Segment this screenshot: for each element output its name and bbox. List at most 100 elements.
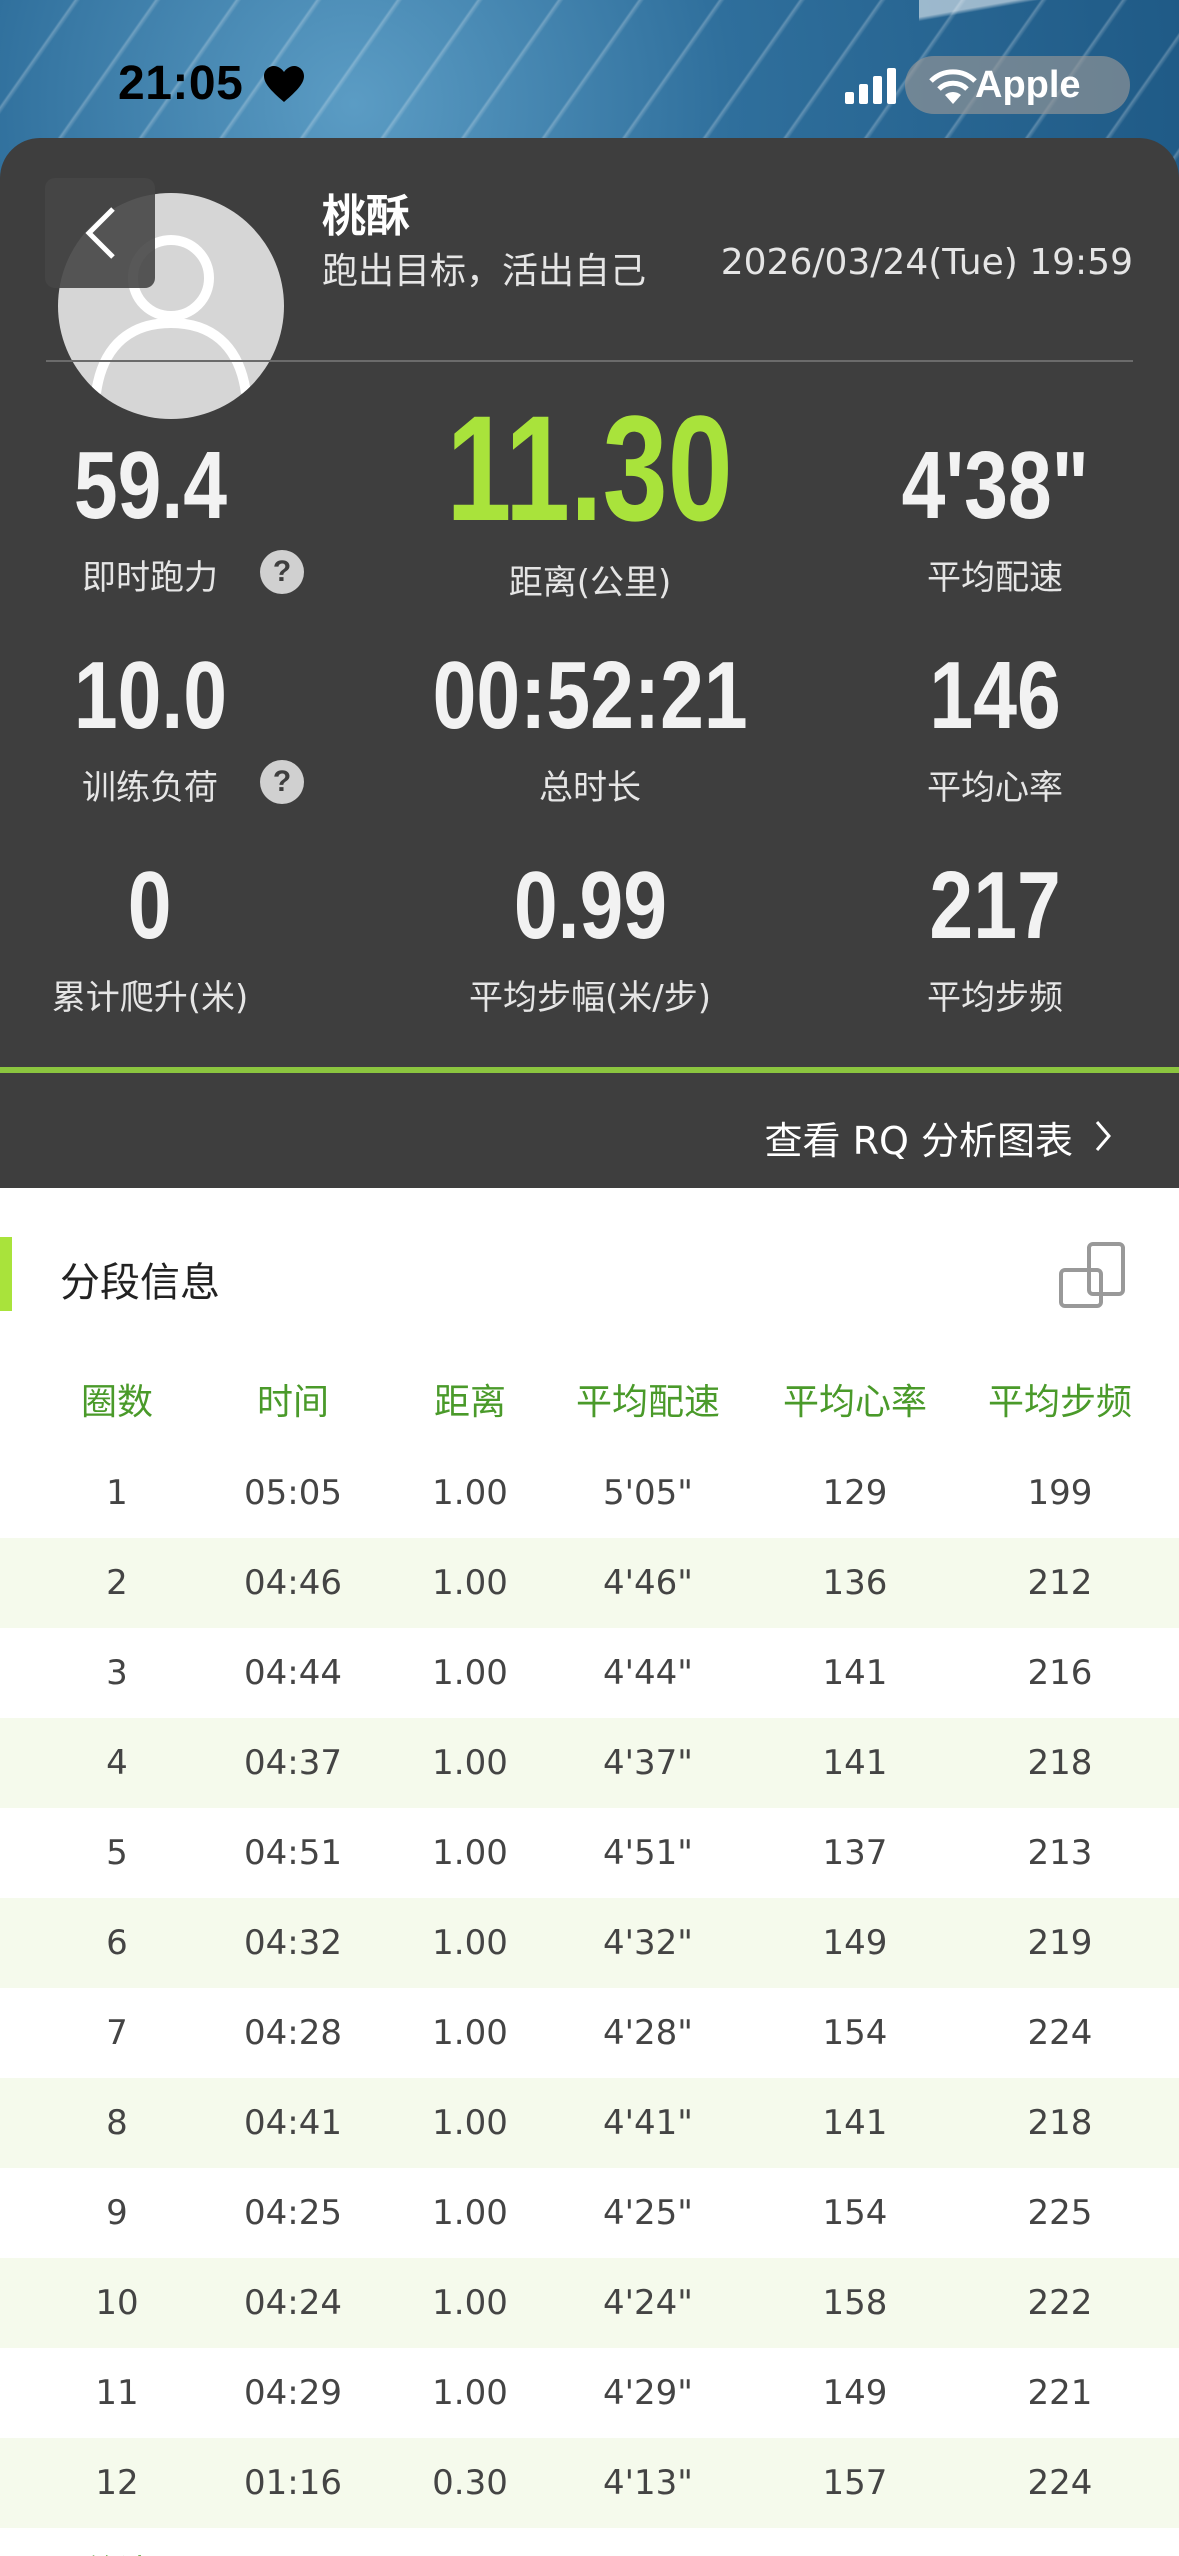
username: 桃酥 bbox=[322, 191, 410, 242]
table-total-row: 总计00:52:1811.304'38"146217 bbox=[0, 2528, 1179, 2556]
elevation-label: 累计爬升(米) bbox=[51, 978, 249, 1018]
chevron-left-icon bbox=[85, 207, 115, 259]
cell-cadence: 218 bbox=[1027, 2103, 1093, 2143]
table-row: 5 04:51 1.00 4'51" 137 213 bbox=[0, 1808, 1179, 1898]
table-row: 11 04:29 1.00 4'29" 149 221 bbox=[0, 2348, 1179, 2438]
cell-hr: 157 bbox=[822, 2463, 888, 2503]
cell-cadence: 225 bbox=[1027, 2193, 1093, 2233]
avg-stride-label: 平均步幅(米/步) bbox=[469, 978, 711, 1018]
stat-avg-cadence: 217 平均步频 bbox=[870, 858, 1120, 1019]
cell-pace: 4'28" bbox=[603, 2013, 693, 2053]
stat-instant-power: 59.4 即时跑力 bbox=[30, 438, 270, 599]
help-icon[interactable]: ? bbox=[260, 760, 304, 804]
avg-cadence-label: 平均步频 bbox=[927, 978, 1063, 1018]
total-pace: 4'38" bbox=[538, 2528, 758, 2556]
cell-hr: 149 bbox=[822, 2373, 888, 2413]
cell-pace: 4'32" bbox=[603, 1923, 693, 1963]
cell-cadence: 218 bbox=[1027, 1743, 1093, 1783]
back-button[interactable] bbox=[45, 178, 155, 288]
training-load-label: 训练负荷 bbox=[82, 768, 218, 808]
distance-value: 11.30 bbox=[446, 384, 734, 552]
cell-pace: 4'46" bbox=[603, 1563, 693, 1603]
table-row: 1 05:05 1.00 5'05" 129 199 bbox=[0, 1448, 1179, 1538]
signal-icon bbox=[845, 68, 896, 104]
cell-pace: 4'29" bbox=[603, 2373, 693, 2413]
table-row: 10 04:24 1.00 4'24" 158 222 bbox=[0, 2258, 1179, 2348]
table-row: 4 04:37 1.00 4'37" 141 218 bbox=[0, 1718, 1179, 1808]
cell-hr: 158 bbox=[822, 2283, 888, 2323]
workout-summary-card: 桃酥 跑出目标，活出自己 2026/03/24(Tue) 19:59 59.4 … bbox=[0, 138, 1179, 1188]
table-header-row: 圈数 时间 距离 平均配速 平均心率 平均步频 bbox=[0, 1358, 1179, 1448]
accent-divider bbox=[0, 1067, 1179, 1073]
cell-cadence: 216 bbox=[1027, 1653, 1093, 1693]
table-row: 8 04:41 1.00 4'41" 141 218 bbox=[0, 2078, 1179, 2168]
avg-stride-value: 0.99 bbox=[513, 852, 667, 959]
cell-hr: 137 bbox=[822, 1833, 888, 1873]
cell-pace: 4'24" bbox=[603, 2283, 693, 2323]
status-bar-right: Apple bbox=[845, 56, 1145, 114]
total-hr: 146 bbox=[745, 2528, 965, 2556]
table-row: 2 04:46 1.00 4'46" 136 212 bbox=[0, 1538, 1179, 1628]
total-cadence: 217 bbox=[950, 2528, 1170, 2556]
cell-hr: 141 bbox=[822, 1653, 888, 1693]
section-accent-bar bbox=[0, 1237, 12, 1311]
wifi-icon bbox=[929, 69, 977, 104]
cell-pace: 4'37" bbox=[603, 1743, 693, 1783]
table-row: 9 04:25 1.00 4'25" 154 225 bbox=[0, 2168, 1179, 2258]
stat-avg-pace: 4'38" 平均配速 bbox=[870, 438, 1120, 599]
status-time: 21:05 bbox=[118, 57, 244, 110]
cell-pace: 4'13" bbox=[603, 2463, 693, 2503]
cell-cadence: 213 bbox=[1027, 1833, 1093, 1873]
user-motto: 跑出目标，活出自己 bbox=[322, 251, 647, 292]
cell-hr: 129 bbox=[822, 1473, 888, 1513]
segments-table: 圈数 时间 距离 平均配速 平均心率 平均步频 1 05:05 1.00 5'05" 1… bbox=[0, 1358, 1179, 2556]
avg-pace-value: 4'38" bbox=[901, 432, 1089, 539]
distance-label: 距离(公里) bbox=[508, 563, 672, 603]
cell-pace: 4'41" bbox=[603, 2103, 693, 2143]
cell-pace: 4'44" bbox=[603, 1653, 693, 1693]
rq-analysis-link[interactable]: 查看 RQ 分析图表 bbox=[765, 1110, 1073, 1165]
avg-hr-value: 146 bbox=[929, 642, 1061, 749]
instant-power-label: 即时跑力 bbox=[82, 558, 218, 598]
cell-hr: 141 bbox=[822, 2103, 888, 2143]
segments-title: 分段信息 bbox=[60, 1260, 220, 1306]
stat-training-load: 10.0 训练负荷 bbox=[30, 648, 270, 809]
elevation-value: 0 bbox=[128, 852, 172, 959]
stat-total-time: 00:52:21 总时长 bbox=[390, 648, 790, 809]
header-pace: 平均配速 bbox=[575, 1382, 720, 1423]
cell-cadence: 199 bbox=[1027, 1473, 1093, 1513]
avg-hr-label: 平均心率 bbox=[927, 768, 1063, 808]
cell-cadence: 212 bbox=[1027, 1563, 1093, 1603]
segments-header: 分段信息 bbox=[0, 1212, 1179, 1342]
cell-pace: 5'05" bbox=[603, 1473, 693, 1513]
cell-pace: 4'51" bbox=[603, 1833, 693, 1873]
cell-hr: 149 bbox=[822, 1923, 888, 1963]
stat-avg-stride: 0.99 平均步幅(米/步) bbox=[390, 858, 790, 1019]
table-row: 3 04:44 1.00 4'44" 141 216 bbox=[0, 1628, 1179, 1718]
avg-cadence-value: 217 bbox=[929, 852, 1061, 959]
cell-pace: 4'25" bbox=[603, 2193, 693, 2233]
total-time-value: 00:52:21 bbox=[432, 642, 748, 749]
header-hr: 平均心率 bbox=[782, 1382, 927, 1423]
apple-label: Apple bbox=[975, 64, 1081, 106]
fullscreen-icon[interactable] bbox=[1057, 1240, 1129, 1312]
cell-hr: 154 bbox=[822, 2193, 888, 2233]
cell-cadence: 224 bbox=[1027, 2463, 1093, 2503]
avg-pace-label: 平均配速 bbox=[927, 558, 1063, 598]
stat-avg-hr: 146 平均心率 bbox=[870, 648, 1120, 809]
help-icon[interactable]: ? bbox=[260, 550, 304, 594]
training-load-value: 10.0 bbox=[73, 642, 227, 749]
cell-hr: 141 bbox=[822, 1743, 888, 1783]
cell-cadence: 224 bbox=[1027, 2013, 1093, 2053]
instant-power-value: 59.4 bbox=[73, 432, 227, 539]
table-row: 6 04:32 1.00 4'32" 149 219 bbox=[0, 1898, 1179, 1988]
cell-cadence: 219 bbox=[1027, 1923, 1093, 1963]
stat-elevation: 0 累计爬升(米) bbox=[10, 858, 290, 1019]
divider bbox=[46, 360, 1133, 362]
table-row: 12 01:16 0.30 4'13" 157 224 bbox=[0, 2438, 1179, 2528]
cell-hr: 136 bbox=[822, 1563, 888, 1603]
table-row: 7 04:28 1.00 4'28" 154 224 bbox=[0, 1988, 1179, 2078]
chevron-right-icon[interactable] bbox=[1087, 1116, 1117, 1156]
cell-cadence: 221 bbox=[1027, 2373, 1093, 2413]
workout-datetime: 2026/03/24(Tue) 19:59 bbox=[720, 242, 1133, 283]
